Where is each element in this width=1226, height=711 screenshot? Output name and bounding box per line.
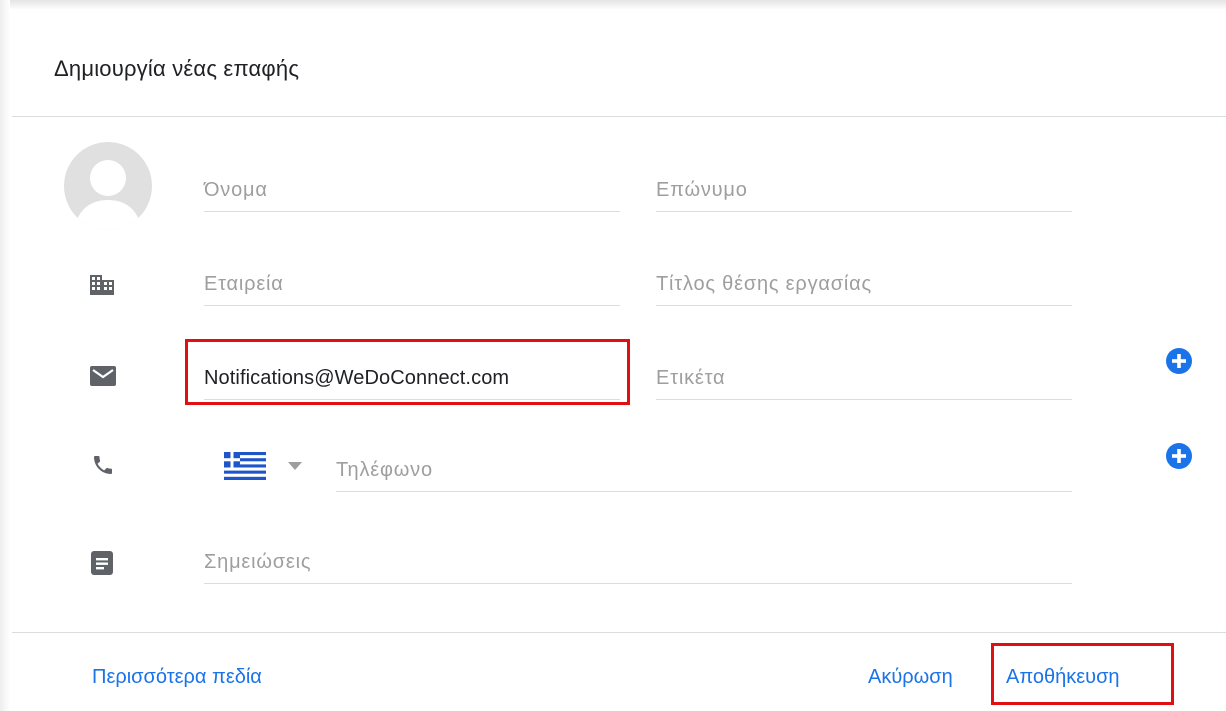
phone-field[interactable]: Τηλέφωνο <box>336 442 1072 492</box>
triangle-down-icon <box>288 462 302 470</box>
first-name-field[interactable]: Όνομα <box>204 162 620 212</box>
notes-field[interactable]: Σημειώσεις <box>204 534 1072 584</box>
greece-flag-icon <box>224 452 266 480</box>
footer-divider <box>12 632 1226 633</box>
dialog-title: Δημιουργία νέας επαφής <box>54 56 300 81</box>
add-phone-button[interactable] <box>1166 443 1192 469</box>
job-title-field[interactable]: Τίτλος θέσης εργασίας <box>656 256 1072 306</box>
building-icon <box>90 275 114 295</box>
company-field[interactable]: Εταιρεία <box>204 256 620 306</box>
email-label-placeholder: Ετικέτα <box>656 367 726 389</box>
email-highlight-box <box>185 339 630 405</box>
cancel-button[interactable]: Ακύρωση <box>868 666 953 689</box>
first-name-underline <box>204 211 620 212</box>
window-shadow-left <box>0 0 10 711</box>
phone-underline <box>336 491 1072 492</box>
last-name-underline <box>656 211 1072 212</box>
job-title-placeholder: Τίτλος θέσης εργασίας <box>656 273 872 295</box>
save-highlight-box <box>991 643 1174 705</box>
email-label-underline <box>656 399 1072 400</box>
phone-icon <box>94 456 112 474</box>
avatar-placeholder[interactable] <box>64 142 152 230</box>
add-email-button[interactable] <box>1166 348 1192 374</box>
job-title-underline <box>656 305 1072 306</box>
last-name-field[interactable]: Επώνυμο <box>656 162 1072 212</box>
header-divider <box>12 116 1226 117</box>
company-placeholder: Εταιρεία <box>204 273 284 295</box>
country-code-dropdown[interactable] <box>224 449 314 483</box>
more-fields-button[interactable]: Περισσότερα πεδία <box>92 666 262 689</box>
email-label-field[interactable]: Ετικέτα <box>656 350 1072 400</box>
notes-icon <box>91 551 113 575</box>
company-underline <box>204 305 620 306</box>
phone-placeholder: Τηλέφωνο <box>336 459 433 481</box>
last-name-placeholder: Επώνυμο <box>656 179 748 201</box>
window-shadow-top <box>0 0 1226 10</box>
person-icon <box>74 160 142 230</box>
envelope-icon <box>90 366 116 386</box>
first-name-placeholder: Όνομα <box>204 179 268 201</box>
notes-underline <box>204 583 1072 584</box>
notes-placeholder: Σημειώσεις <box>204 551 312 573</box>
